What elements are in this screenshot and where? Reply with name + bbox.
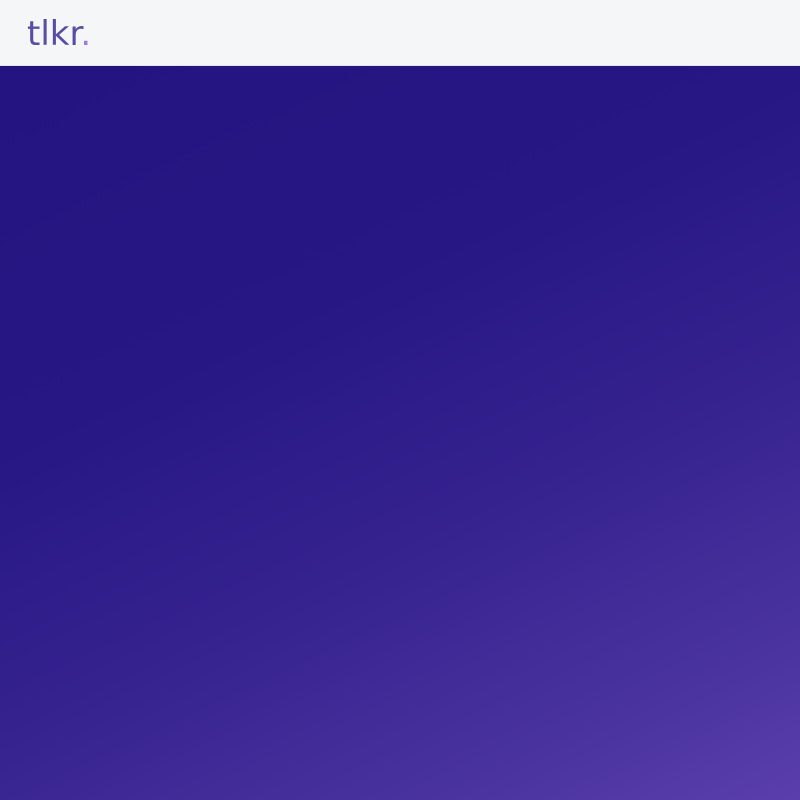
top-navigation-bar: tlkr. <box>0 0 800 66</box>
brand-logo-link[interactable]: tlkr. <box>27 12 91 56</box>
hero-background <box>0 66 800 800</box>
logo-dot: . <box>80 14 92 54</box>
logo-text: tlkr <box>27 14 81 54</box>
page: tlkr. <box>0 0 800 800</box>
